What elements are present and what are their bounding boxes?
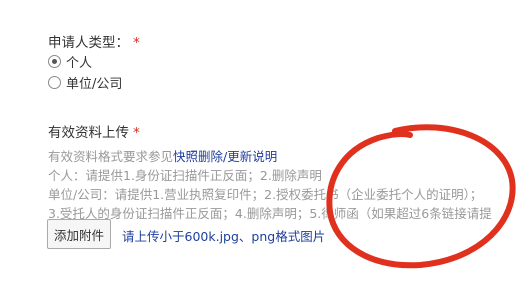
materials-label-text: 有效资料上传: [48, 125, 129, 141]
required-mark: *: [133, 125, 140, 141]
snapshot-help-link[interactable]: 快照删除/更新说明: [173, 149, 277, 164]
help-line-individual: 个人：请提供1.身份证扫描件正反面；2.删除声明: [48, 168, 322, 183]
applicant-type-label: 申请人类型： *: [48, 31, 140, 51]
radio-button-checked[interactable]: [48, 54, 61, 68]
radio-label-company: 单位/公司: [66, 76, 123, 92]
radio-label-individual: 个人: [66, 55, 93, 71]
help-line-trustee: 3.受托人的身份证扫描件正反面；4.删除声明；5.律师函（如果超过6条链接请提: [48, 206, 492, 221]
help-line-company: 单位/公司：请提供1.营业执照复印件；2.授权委托书（企业委托个人的证明）；: [48, 187, 483, 202]
required-mark: *: [133, 35, 140, 51]
radio-option-company[interactable]: 单位/公司: [48, 73, 123, 92]
help-line-format: 有效资料格式要求参见快照删除/更新说明: [48, 147, 508, 166]
radio-button-unchecked[interactable]: [48, 75, 61, 89]
help-prefix: 有效资料格式要求参见: [48, 149, 174, 164]
applicant-type-label-text: 申请人类型：: [48, 35, 129, 51]
upload-hint: 请上传小于600k.jpg、png格式图片: [122, 229, 326, 244]
materials-label: 有效资料上传 *: [48, 121, 140, 141]
radio-option-individual[interactable]: 个人: [48, 52, 93, 71]
add-attachment-button[interactable]: 添加附件: [47, 219, 111, 249]
